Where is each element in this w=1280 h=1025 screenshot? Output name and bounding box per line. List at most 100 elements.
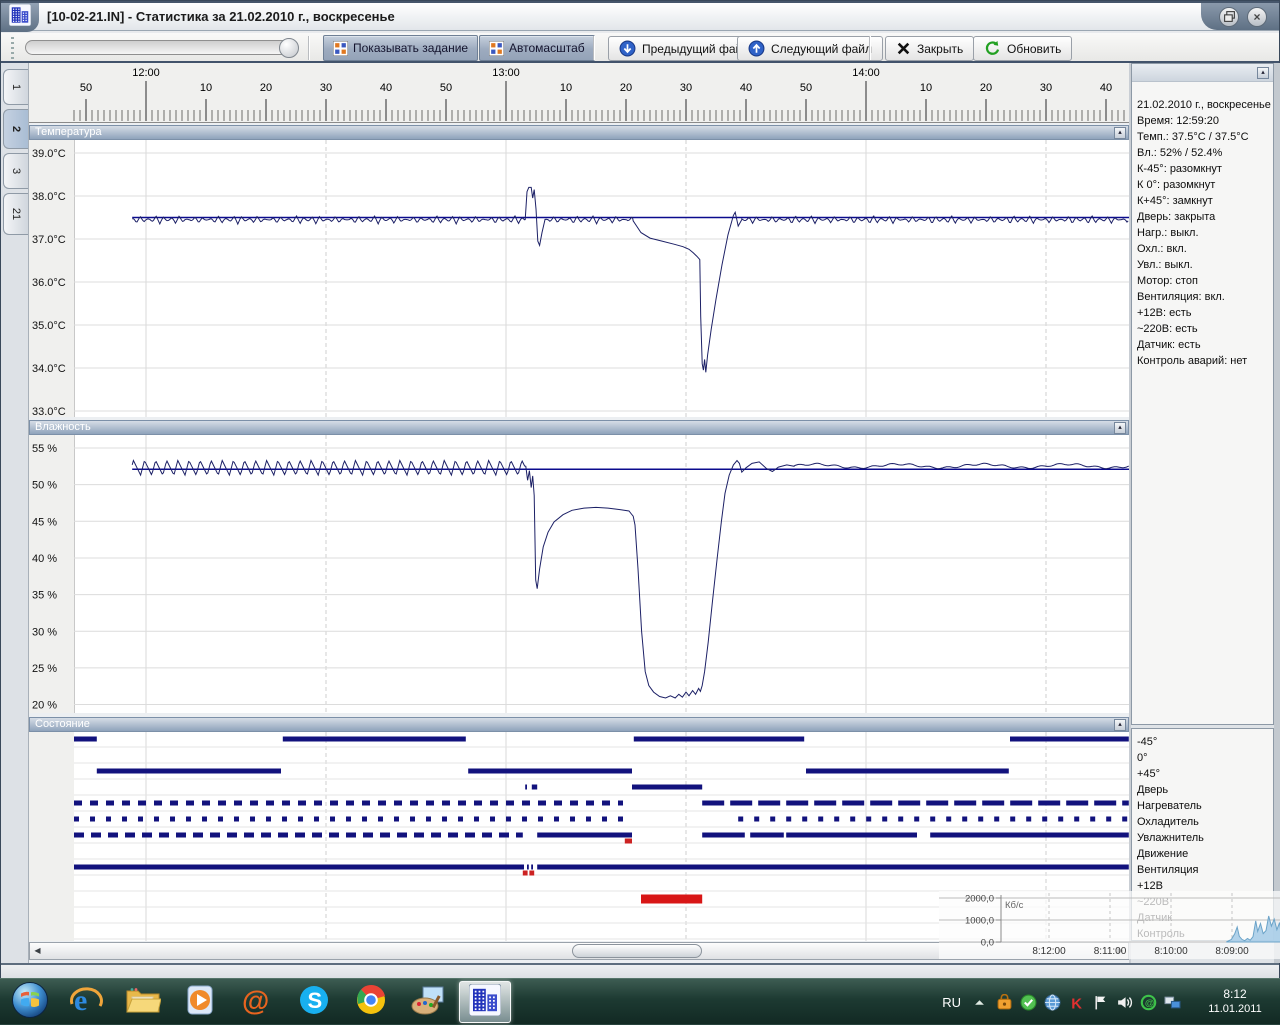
timeline-slider-thumb[interactable]	[279, 38, 299, 58]
flag-icon[interactable]	[1091, 993, 1109, 1011]
refresh-label: Обновить	[1007, 42, 1061, 56]
side-tab-21[interactable]: 21	[3, 193, 28, 235]
svg-text:45 %: 45 %	[32, 516, 57, 528]
show-task-toggle[interactable]: Показывать задание	[323, 35, 478, 61]
close-file-button[interactable]: Закрыть	[885, 36, 974, 61]
buildings-app-icon	[9, 4, 31, 31]
kaspersky-icon[interactable]: K	[1067, 993, 1085, 1011]
svg-text:Кб/с: Кб/с	[1005, 900, 1024, 911]
collapse-panel-button[interactable]	[1114, 127, 1126, 139]
legend-label: Увлажнитель	[1137, 830, 1270, 846]
arrow-up-circle-icon	[748, 40, 765, 57]
window-footer	[1, 963, 1279, 979]
network-icon[interactable]	[1163, 993, 1181, 1011]
temperature-chart[interactable]: 39.0°C38.0°C37.0°C36.0°C35.0°C34.0°C33.0…	[29, 140, 1129, 417]
scroll-left-arrow-icon[interactable]	[31, 943, 44, 959]
volume-icon[interactable]	[1115, 993, 1133, 1011]
stat-app-icon	[469, 984, 501, 1021]
taskbar-item-chrome[interactable]	[345, 981, 397, 1023]
chrome-icon	[355, 984, 387, 1021]
info-line: Контроль аварий: нет	[1137, 353, 1270, 369]
toolbar-separator	[869, 36, 871, 60]
svg-text:33.0°C: 33.0°C	[32, 406, 66, 417]
system-tray: RU K @ 8:12 11.01.2011	[942, 979, 1274, 1025]
svg-text:S: S	[308, 988, 323, 1013]
taskbar-item-skype[interactable]: S	[288, 981, 340, 1023]
collapse-panel-button[interactable]	[1114, 719, 1126, 731]
side-tab-2[interactable]: 2	[3, 109, 28, 149]
current-values-list: 21.02.2010 г., воскресеньеВремя: 12:59:2…	[1132, 82, 1273, 369]
svg-text:50: 50	[440, 82, 452, 94]
toolbar-grip[interactable]	[11, 37, 14, 59]
refresh-icon	[984, 40, 1001, 57]
security-ok-icon[interactable]	[1019, 993, 1037, 1011]
info-panel-strip	[1132, 64, 1273, 82]
svg-text:34.0°C: 34.0°C	[32, 363, 66, 375]
humidity-panel-title: Влажность	[35, 421, 91, 433]
prev-file-label: Предыдущий файл	[642, 42, 749, 56]
state-panel-header: Состояние	[29, 717, 1129, 732]
autoscale-toggle[interactable]: Автомасштаб	[479, 35, 595, 61]
refresh-button[interactable]: Обновить	[973, 36, 1072, 61]
svg-text:10: 10	[920, 82, 932, 94]
svg-text:2000,0: 2000,0	[965, 894, 994, 905]
svg-text:35 %: 35 %	[32, 590, 57, 602]
side-tab-3[interactable]: 3	[3, 153, 28, 189]
info-line: Дверь: закрыта	[1137, 209, 1270, 225]
svg-text:25 %: 25 %	[32, 663, 57, 675]
temperature-panel-header: Температура	[29, 125, 1129, 140]
internet-explorer-icon: e	[69, 983, 103, 1022]
svg-text:50 %: 50 %	[32, 480, 57, 492]
temperature-panel: Температура 39.0°C38.0°C37.0°C36.0°C35.0…	[29, 125, 1129, 417]
browser-globe-icon[interactable]	[1043, 993, 1061, 1011]
titlebar: [10-02-21.IN] - Статистика за 21.02.2010…	[1, 1, 1279, 31]
taskbar-item-stat-app[interactable]	[459, 981, 511, 1023]
svg-text:@: @	[1144, 998, 1153, 1009]
start-button[interactable]	[6, 981, 54, 1023]
autoscale-label: Автомасштаб	[509, 41, 585, 55]
legend-label: 0°	[1137, 750, 1270, 766]
info-line: К-45°: разомкнут	[1137, 161, 1270, 177]
state-panel-title: Состояние	[35, 718, 90, 730]
svg-text:40: 40	[740, 82, 752, 94]
toolbar-separator	[308, 36, 310, 60]
next-file-button[interactable]: Следующий файл	[737, 36, 883, 61]
sidebar: 21.02.2010 г., воскресеньеВремя: 12:59:2…	[1131, 63, 1274, 963]
clock[interactable]: 8:12 11.01.2011	[1196, 987, 1274, 1017]
temperature-panel-title: Температура	[35, 126, 102, 138]
svg-text:30: 30	[320, 82, 332, 94]
scrollbar-thumb[interactable]	[572, 944, 702, 958]
svg-text:20: 20	[260, 82, 272, 94]
taskbar-item-paint[interactable]	[402, 981, 454, 1023]
humidity-chart[interactable]: 55 %50 %45 %40 %35 %30 %25 %20 %	[29, 435, 1129, 713]
info-line: Время: 12:59:20	[1137, 113, 1270, 129]
language-indicator[interactable]: RU	[942, 995, 961, 1010]
close-window-button[interactable]: ×	[1247, 7, 1267, 27]
collapse-panel-button[interactable]	[1257, 67, 1269, 79]
svg-text:1000,0: 1000,0	[965, 916, 994, 927]
info-line: Вл.: 52% / 52.4%	[1137, 145, 1270, 161]
svg-text:20: 20	[620, 82, 632, 94]
hidden-icons-caret-icon[interactable]	[970, 993, 988, 1011]
svg-text:30 %: 30 %	[32, 626, 57, 638]
timeline-slider[interactable]	[25, 40, 297, 55]
taskbar-item-internet-explorer[interactable]: e	[60, 981, 112, 1023]
restore-window-button[interactable]	[1219, 7, 1239, 27]
side-tab-1[interactable]: 1	[3, 69, 28, 105]
time-ruler[interactable]: 12:0013:0014:005010203040501020304050102…	[29, 63, 1129, 123]
svg-text:8:10:00: 8:10:00	[1154, 946, 1188, 957]
svg-text:K: K	[1071, 996, 1082, 1011]
info-line: +12В: есть	[1137, 305, 1270, 321]
updates-icon[interactable]	[995, 993, 1013, 1011]
svg-text:@: @	[242, 985, 269, 1016]
mail-agent-icon[interactable]: @	[1139, 993, 1157, 1011]
taskbar-item-windows-explorer[interactable]	[117, 981, 169, 1023]
taskbar-item-mail[interactable]: @	[231, 981, 283, 1023]
collapse-panel-button[interactable]	[1114, 422, 1126, 434]
clock-date: 11.01.2011	[1196, 1002, 1274, 1017]
close-x-icon	[896, 41, 911, 56]
toolbar: Показывать задание Автомасштаб Предыдущи…	[1, 33, 1279, 63]
taskbar-item-media-player[interactable]	[174, 981, 226, 1023]
autoscale-pattern-icon	[489, 41, 504, 56]
svg-text:36.0°C: 36.0°C	[32, 277, 66, 289]
